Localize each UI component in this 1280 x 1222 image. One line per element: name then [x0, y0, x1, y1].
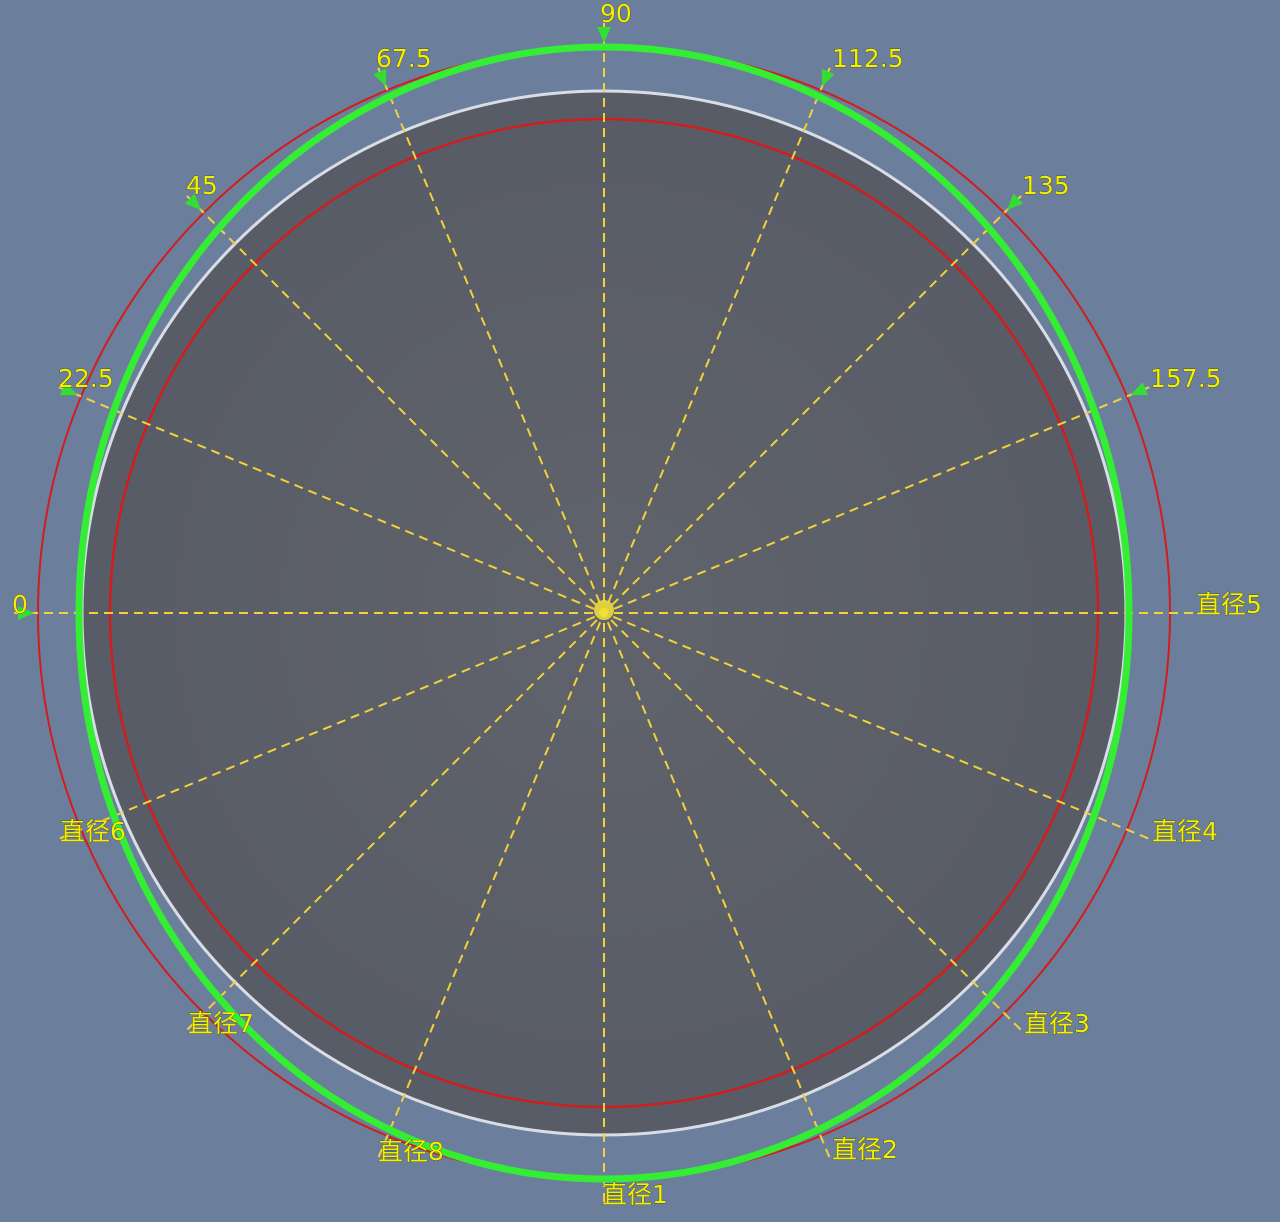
diameter-label-2: 直径2: [832, 1135, 898, 1164]
diameter-label-1: 直径1: [602, 1180, 668, 1209]
angle-label-45: 45: [186, 171, 218, 200]
angle-label-157-5: 157.5: [1150, 364, 1222, 393]
diameter-label-8: 直径8: [378, 1137, 444, 1166]
angle-label-112-5: 112.5: [832, 44, 904, 73]
diameter-label-7: 直径7: [188, 1009, 254, 1038]
angle-label-135: 135: [1022, 171, 1070, 200]
center-point: [594, 600, 614, 620]
diameter-label-3: 直径3: [1024, 1009, 1090, 1038]
angle-label-0: 0: [12, 590, 28, 619]
diameter-label-5: 直径5: [1196, 590, 1262, 619]
angle-label-90: 90: [600, 0, 632, 28]
angle-label-22-5: 22.5: [58, 364, 114, 393]
diameter-label-6: 直径6: [60, 817, 126, 846]
angle-arrow-5: [597, 27, 611, 43]
roundness-diagram: 0 22.5 45 67.5 90 112.5 135 157.5 直径1 直径…: [12, 0, 1263, 1209]
diameter-label-4: 直径4: [1152, 817, 1218, 846]
angle-label-67-5: 67.5: [376, 44, 432, 73]
